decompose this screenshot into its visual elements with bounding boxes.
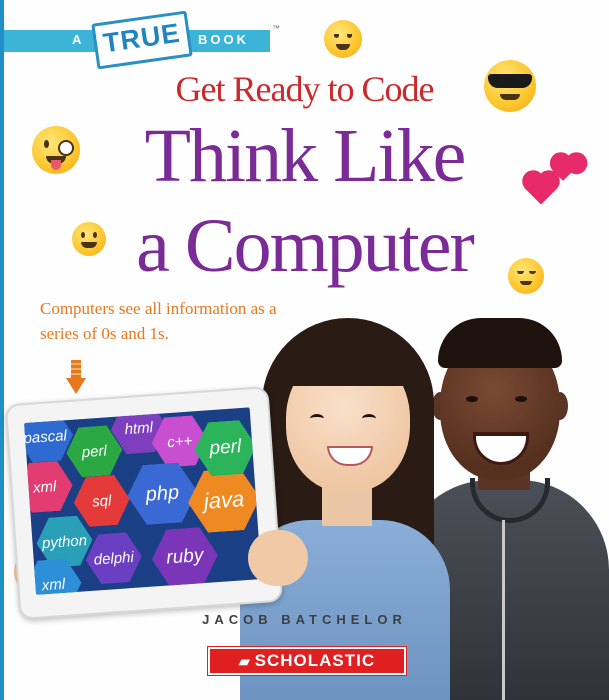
publisher-logo: ▰ SCHOLASTIC bbox=[207, 646, 407, 676]
book-icon: ▰ bbox=[238, 653, 251, 669]
series-prefix: A bbox=[72, 32, 83, 47]
book-cover: A TRUE BOOK ™ Get Ready to Code Think Li… bbox=[0, 0, 609, 700]
true-book-logo: TRUE bbox=[91, 10, 193, 70]
tablet: pascal perl html c++ xml sql php java py… bbox=[4, 386, 284, 620]
trademark-symbol: ™ bbox=[272, 24, 280, 33]
boy-hair bbox=[438, 318, 562, 368]
boy-eye bbox=[466, 396, 478, 402]
hex-tile: java bbox=[186, 467, 262, 534]
girl-bangs bbox=[278, 330, 418, 386]
tablet-screen: pascal perl html c++ xml sql php java py… bbox=[24, 407, 262, 595]
hex-tile: ruby bbox=[150, 526, 220, 588]
series-suffix: BOOK bbox=[198, 32, 249, 47]
hex-tile: php bbox=[125, 461, 199, 526]
book-title-line-2: a Computer bbox=[136, 204, 475, 288]
book-title-line-1: Think Like bbox=[144, 114, 467, 198]
cover-caption: Computers see all information as a serie… bbox=[40, 299, 277, 343]
arrow-down-icon bbox=[66, 360, 86, 394]
boy-eye bbox=[515, 396, 527, 402]
hex-tile: perl bbox=[193, 419, 259, 477]
blushing-emoji-icon bbox=[324, 20, 362, 58]
author-name: JACOB BATCHELOR bbox=[202, 612, 407, 627]
girl-eye bbox=[310, 414, 324, 423]
hex-tile: pascal bbox=[24, 410, 75, 464]
publisher-name: SCHOLASTIC bbox=[254, 651, 376, 670]
hex-tile: xml bbox=[24, 460, 74, 514]
girl-right-hand bbox=[248, 530, 308, 586]
girl-eye bbox=[362, 414, 376, 423]
hex-tile: sql bbox=[72, 474, 131, 528]
hoodie-zipper bbox=[502, 520, 505, 700]
book-subtitle: Get Ready to Code bbox=[175, 69, 435, 109]
hex-tile: delphi bbox=[84, 531, 143, 585]
